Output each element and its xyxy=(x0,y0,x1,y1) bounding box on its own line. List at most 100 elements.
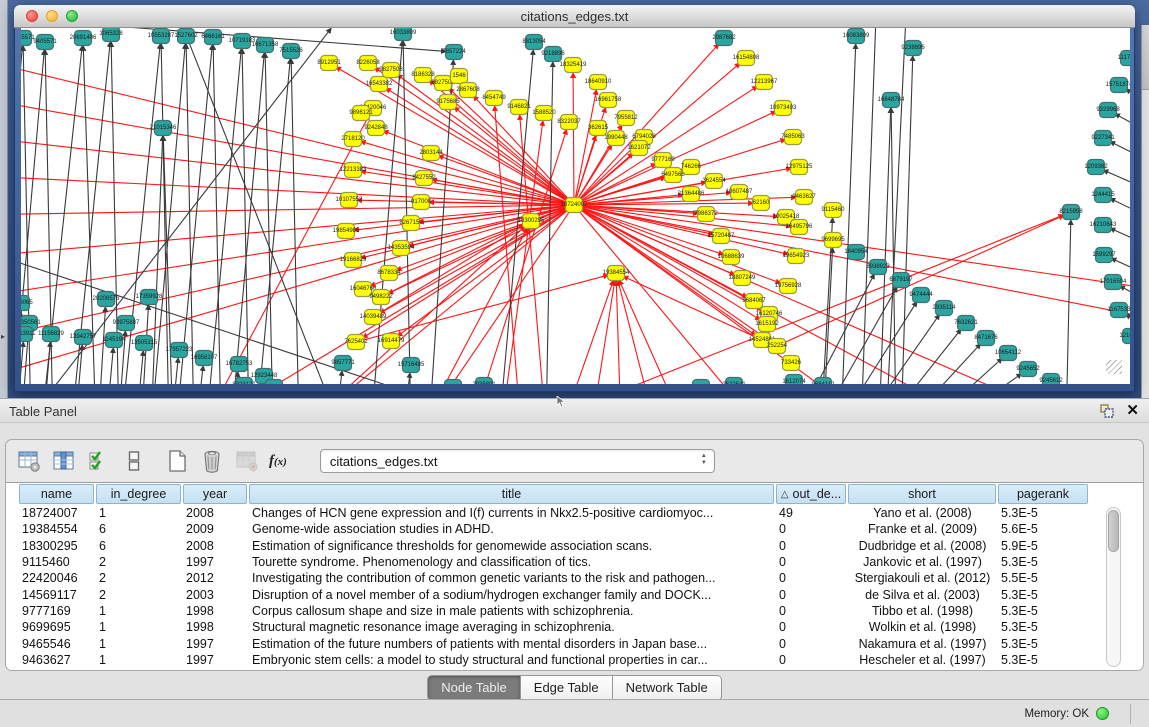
graph-node-label: 6879197 xyxy=(889,277,913,283)
network-canvas[interactable]: 8405571940557120691406106532810553287152… xyxy=(21,28,1130,384)
panel-expand-arrow-icon[interactable]: ▸ xyxy=(1,332,5,341)
tab-edge-table[interactable]: Edge Table xyxy=(521,675,613,701)
graph-node-label: 9242848 xyxy=(364,125,388,131)
graph-node-label: 746266 xyxy=(681,164,702,170)
table-column-button[interactable] xyxy=(51,448,77,474)
graph-node-label: 1640954 xyxy=(844,249,868,255)
graph-node-label: 21364486 xyxy=(678,191,705,197)
window-resize-grip[interactable] xyxy=(1106,360,1122,374)
graph-node-label: 18300295 xyxy=(518,218,545,224)
function-icon[interactable]: f(x) xyxy=(269,453,287,470)
west-panel-edge[interactable]: ▸ xyxy=(0,0,8,398)
table-cell: Corpus callosum shape and size in male p… xyxy=(249,604,776,618)
graph-node-label: 17957223 xyxy=(166,347,193,353)
table-row[interactable]: 2242004622012Investigating the contribut… xyxy=(19,570,1143,586)
graph-node-label: 1244415 xyxy=(1091,192,1115,198)
column-header-year[interactable]: year xyxy=(183,484,247,504)
graph-node-label: 10688639 xyxy=(718,254,745,260)
scrollbar-thumb[interactable] xyxy=(1108,510,1119,552)
graph-node-label: 10553287 xyxy=(148,33,175,39)
statusbar-divider xyxy=(1130,704,1131,724)
table-cell: Genome-wide association studies in ADHD. xyxy=(249,522,776,536)
tab-node-table[interactable]: Node Table xyxy=(427,675,521,701)
network-window-frame: 8405571940557120691406106532810553287152… xyxy=(14,28,1135,392)
graph-edge xyxy=(777,215,1064,346)
table-cell: 5.3E-5 xyxy=(998,637,1090,651)
trash-button[interactable] xyxy=(199,448,225,474)
graph-edge xyxy=(21,205,574,299)
network-window-titlebar[interactable]: citations_edges.txt xyxy=(14,5,1135,28)
float-window-icon[interactable] xyxy=(1100,404,1114,418)
graph-node-label: 62160 xyxy=(753,200,770,206)
table-delete-disabled-button[interactable] xyxy=(234,448,260,474)
graph-node-label: 18807249 xyxy=(729,275,756,281)
table-cell: 1 xyxy=(96,506,183,520)
graph-edge xyxy=(901,344,981,384)
table-selector-dropdown[interactable]: citations_edges.txt ▲▼ xyxy=(320,449,715,473)
graph-node-label: 7515526 xyxy=(279,48,303,54)
table-row[interactable]: 1938455462009Genome-wide association stu… xyxy=(19,521,1143,537)
table-cell: 1998 xyxy=(183,604,249,618)
table-gear-button[interactable] xyxy=(16,448,42,474)
table-cell: Stergiakouli et al. (2012) xyxy=(848,571,998,585)
table-panel-title: Table Panel xyxy=(9,404,77,419)
graph-node-label: 12923448 xyxy=(251,373,278,379)
table-row[interactable]: 1830029562008Estimation of significance … xyxy=(19,538,1143,554)
checklist-button[interactable] xyxy=(86,448,112,474)
table-cell: 1997 xyxy=(183,637,249,651)
graph-edge xyxy=(171,358,178,384)
new-document-button[interactable] xyxy=(164,448,190,474)
graph-node-label: 19756928 xyxy=(775,283,802,289)
table-row[interactable]: 1872400712008Changes of HCN gene express… xyxy=(19,505,1143,521)
table-cell: Dudbridge et al. (2008) xyxy=(848,539,998,553)
graph-node-label: 1612074 xyxy=(782,379,806,384)
close-panel-icon[interactable]: ✕ xyxy=(1126,403,1139,418)
table-row[interactable]: 1456911722003Disruption of a novel membe… xyxy=(19,586,1143,602)
table-cell: 2008 xyxy=(183,539,249,553)
graph-node-label: 9463627 xyxy=(792,194,816,200)
graph-node-label: 9777169 xyxy=(651,157,675,163)
graph-node-label: 20691406 xyxy=(70,35,97,41)
graph-node-label: 8938923 xyxy=(866,264,890,270)
graph-node-label: 13505115 xyxy=(131,340,158,346)
east-panel-edge[interactable] xyxy=(1141,25,1149,398)
column-header-title[interactable]: title xyxy=(249,484,774,504)
table-row[interactable]: 969969511998Structural magnetic resonanc… xyxy=(19,619,1143,635)
graph-node-label: 8678334 xyxy=(377,270,401,276)
table-cell: 19384554 xyxy=(19,522,96,536)
cytoscape-desktop: ▸ citations_edges.txt 840557194055712069… xyxy=(0,0,1149,727)
table-row[interactable]: 911546021997Tourette syndrome. Phenomeno… xyxy=(19,554,1143,570)
graph-node-label: 14039489 xyxy=(360,314,387,320)
graph-edge xyxy=(184,29,341,384)
graph-node-label: 362615 xyxy=(588,125,609,131)
column-header-pagerank[interactable]: pagerank xyxy=(998,484,1088,504)
table-row[interactable]: 946362711997Embryonic stem cells: a mode… xyxy=(19,652,1143,668)
graph-node-label: 9684112 xyxy=(812,382,836,384)
graph-node-label: 16210643 xyxy=(1090,222,1117,228)
graph-node-label: 8215958 xyxy=(1059,209,1083,215)
table-cell: 5.5E-5 xyxy=(998,571,1090,585)
graph-node-label: 1621072 xyxy=(627,145,651,151)
graph-node-label: 16958107 xyxy=(191,355,218,361)
table-cell: 49 xyxy=(776,506,848,520)
table-cell: 9777169 xyxy=(19,604,96,618)
table-cell: 2 xyxy=(96,555,183,569)
graph-node-label: 10654112 xyxy=(995,350,1022,356)
table-row[interactable]: 977716911998Corpus callosum shape and si… xyxy=(19,603,1143,619)
graph-node-label: 12213967 xyxy=(751,79,778,85)
table-row[interactable]: 946554611997Estimation of the future num… xyxy=(19,635,1143,651)
graph-edge xyxy=(176,45,212,384)
graph-node-label: 9245652 xyxy=(1016,366,1040,372)
column-header-short[interactable]: short xyxy=(848,484,996,504)
tab-network-table[interactable]: Network Table xyxy=(613,675,722,701)
graph-edge xyxy=(886,28,906,384)
graph-edge xyxy=(21,136,574,205)
rows-button[interactable] xyxy=(121,448,147,474)
table-cell: 0 xyxy=(776,571,848,585)
table-cell: 1997 xyxy=(183,653,249,667)
column-header-in-degree[interactable]: in_degree xyxy=(96,484,181,504)
column-header-name[interactable]: name xyxy=(19,484,94,504)
graph-node-label: 2522541 xyxy=(722,382,746,384)
column-header-out-de-[interactable]: △out_de... xyxy=(776,484,846,504)
table-scrollbar[interactable] xyxy=(1106,507,1121,667)
